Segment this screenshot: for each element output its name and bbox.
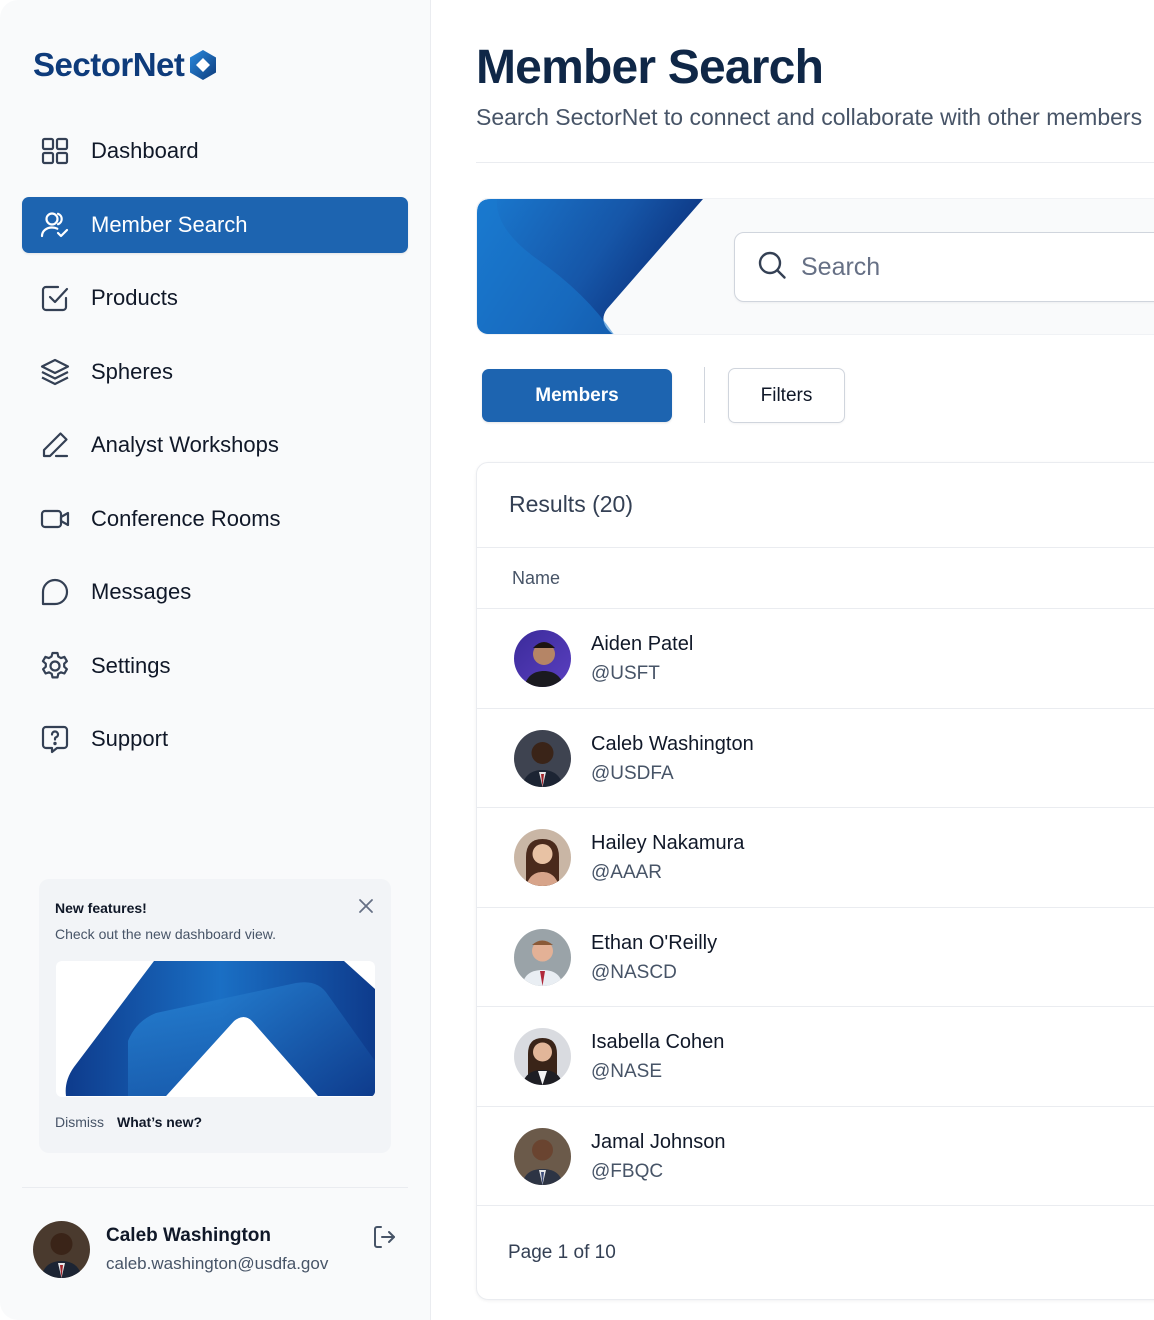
avatar [514,928,571,986]
sidebar-item-label: Dashboard [91,138,199,163]
member-name: Ethan O'Reilly [591,931,718,954]
sidebar-item-spheres[interactable]: Spheres [22,344,408,400]
members-tab-button[interactable]: Members [482,369,672,422]
current-user: Caleb Washington caleb.washington@usdfa.… [33,1221,398,1279]
member-name: Jamal Johnson [591,1130,726,1153]
avatar [514,729,571,787]
member-name: Aiden Patel [591,633,694,655]
brand-name: SectorNet [33,46,185,83]
table-row[interactable]: Caleb Washington @USDFA [477,709,1154,808]
member-handle: @NASE [591,1061,663,1082]
sidebar-item-analyst-workshops[interactable]: Analyst Workshops [22,417,408,473]
sidebar-item-label: Member Search [91,211,248,237]
sidebar-item-settings[interactable]: Settings [22,638,408,694]
member-handle: @NASCD [591,961,677,983]
sidebar-item-label: Messages [91,579,192,604]
new-features-card: New features! Check out the new dashboar… [39,879,391,1153]
whats-new-link[interactable]: What’s new? [117,1114,202,1130]
page-title: Member Search [476,41,824,94]
member-name: Isabella Cohen [591,1031,725,1053]
sidebar-item-label: Conference Rooms [91,505,281,531]
sidebar-item-dashboard[interactable]: Dashboard [22,123,408,179]
video-icon [38,502,72,536]
search-field[interactable] [734,232,1154,302]
close-icon[interactable] [355,895,377,917]
sidebar-item-label: Support [91,726,169,751]
chat-bubble-icon [38,575,72,609]
avatar[interactable] [33,1221,90,1278]
banner-graphic [477,199,703,334]
header-divider [476,162,1154,163]
grid-icon [38,134,72,168]
table-header: Name [477,547,1154,609]
avatar [514,630,571,687]
tab-divider [704,367,705,423]
users-check-icon [38,208,72,242]
sidebar-nav: Dashboard Member Search Products Spheres… [22,123,408,785]
dismiss-link[interactable]: Dismiss [55,1114,104,1130]
results-table: Results (20) Name Aiden Patel @USFT Cale… [476,462,1154,1300]
avatar [514,1127,571,1185]
help-square-icon [38,722,72,756]
sidebar-item-products[interactable]: Products [22,270,408,326]
filters-button[interactable]: Filters [728,368,845,423]
member-handle: @USDFA [591,762,674,784]
results-count: Results (20) [509,491,633,517]
pagination-label: Page 1 of 10 [508,1242,616,1263]
logout-icon[interactable] [369,1222,399,1252]
gear-icon [38,649,72,683]
sidebar-item-member-search[interactable]: Member Search [22,196,408,253]
table-row[interactable]: Jamal Johnson @FBQC [477,1107,1154,1206]
member-handle: @AAAR [591,862,663,883]
layers-icon [38,355,72,389]
check-square-icon [38,281,72,315]
table-row[interactable]: Aiden Patel @USFT [477,609,1154,709]
main-content: Member Search Search SectorNet to connec… [431,0,1154,1320]
sidebar: SectorNet Dashboard Member Search Produc… [0,0,431,1320]
sidebar-item-label: Spheres [91,358,173,384]
page-subtitle: Search SectorNet to connect and collabor… [476,104,1143,130]
sidebar-divider [22,1187,408,1188]
brand-logo[interactable]: SectorNet [33,44,220,86]
sidebar-item-support[interactable]: Support [22,711,408,767]
promo-actions: Dismiss What’s new? [55,1114,202,1130]
sidebar-item-conference-rooms[interactable]: Conference Rooms [22,491,408,547]
promo-illustration [56,961,375,1097]
avatar [514,1028,571,1085]
logo-hexagon-icon [190,50,217,80]
sidebar-item-messages[interactable]: Messages [22,564,408,620]
member-handle: @USFT [591,663,660,684]
member-name: Hailey Nakamura [591,832,745,854]
sidebar-item-label: Settings [91,652,171,678]
search-input[interactable] [801,252,1154,282]
member-handle: @FBQC [591,1160,664,1182]
promo-text: Check out the new dashboard view. [55,926,277,942]
promo-title: New features! [55,900,147,916]
search-icon [757,250,787,285]
user-name: Caleb Washington [106,1225,272,1246]
sidebar-item-label: Products [91,285,178,310]
user-email: caleb.washington@usdfa.gov [106,1254,329,1273]
table-row[interactable]: Ethan O'Reilly @NASCD [477,908,1154,1007]
member-name: Caleb Washington [591,732,754,755]
sidebar-item-label: Analyst Workshops [91,432,279,457]
table-row[interactable]: Isabella Cohen @NASE [477,1007,1154,1107]
pen-icon [38,428,72,462]
table-row[interactable]: Hailey Nakamura @AAAR [477,808,1154,908]
table-body: Aiden Patel @USFT Caleb Washington @USDF… [477,609,1154,1206]
avatar [514,829,571,886]
column-header-name[interactable]: Name [512,568,560,589]
